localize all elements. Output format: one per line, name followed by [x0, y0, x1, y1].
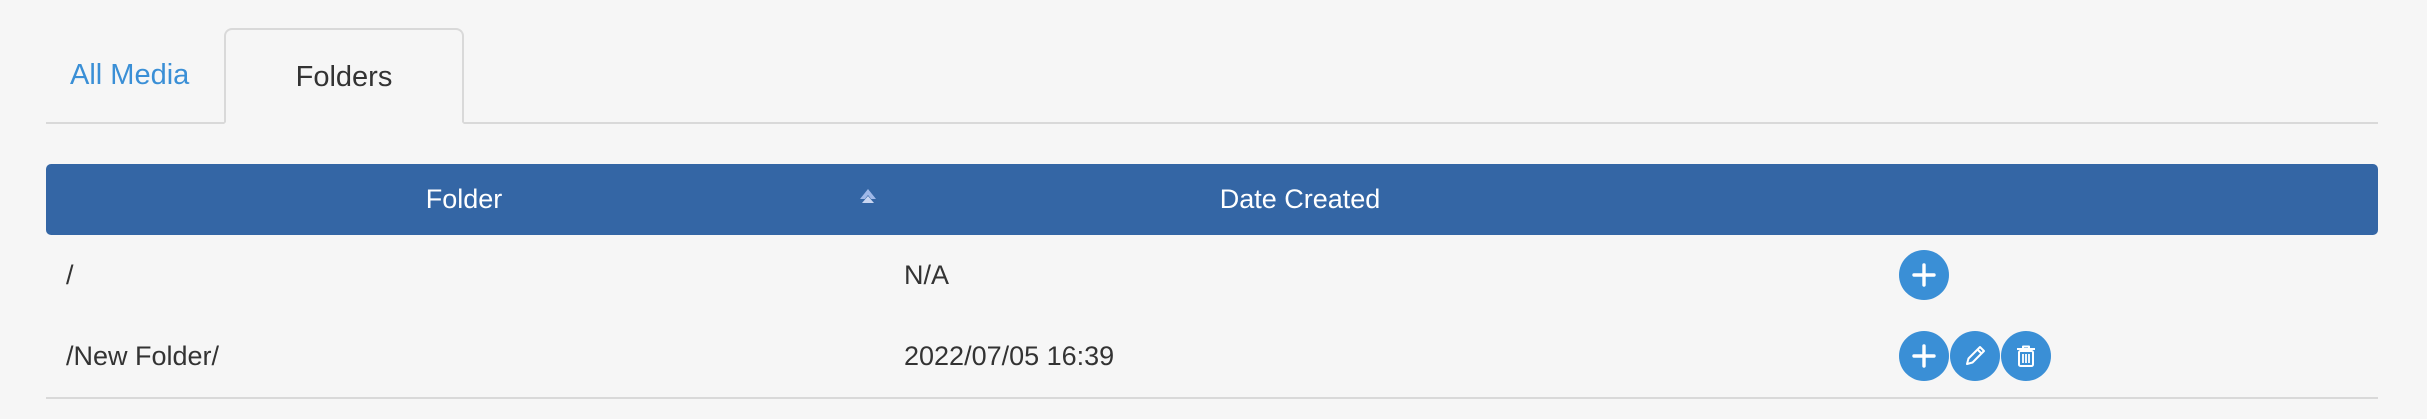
date-created: N/A	[904, 260, 950, 290]
row-actions	[1899, 331, 2051, 381]
folder-path: /	[66, 260, 74, 290]
row-actions	[1899, 250, 1949, 300]
add-icon	[1912, 344, 1936, 368]
table-header: Folder Date Created	[46, 164, 2378, 235]
tab-bar: All Media Folders	[46, 28, 2378, 124]
add-subfolder-button[interactable]	[1899, 250, 1949, 300]
tab-folders[interactable]: Folders	[224, 28, 464, 124]
column-header-date-created[interactable]: Date Created	[882, 164, 1718, 235]
folders-table: Folder Date Created / N/A /New Folder/ 2	[46, 164, 2378, 399]
edit-folder-button[interactable]	[1950, 331, 2000, 381]
add-icon	[1912, 263, 1936, 287]
delete-folder-button[interactable]	[2001, 331, 2051, 381]
delete-icon	[2017, 345, 2035, 367]
table-row: /New Folder/ 2022/07/05 16:39	[46, 316, 2378, 399]
sort-up-icon[interactable]	[858, 186, 878, 212]
add-subfolder-button[interactable]	[1899, 331, 1949, 381]
column-header-folder[interactable]: Folder	[46, 164, 882, 235]
media-panel: All Media Folders Folder Date Created / …	[46, 28, 2378, 399]
date-created: 2022/07/05 16:39	[904, 341, 1115, 371]
edit-icon	[1966, 346, 1985, 365]
folder-path: /New Folder/	[66, 341, 220, 371]
table-row: / N/A	[46, 235, 2378, 316]
tab-all-media[interactable]: All Media	[46, 28, 224, 122]
